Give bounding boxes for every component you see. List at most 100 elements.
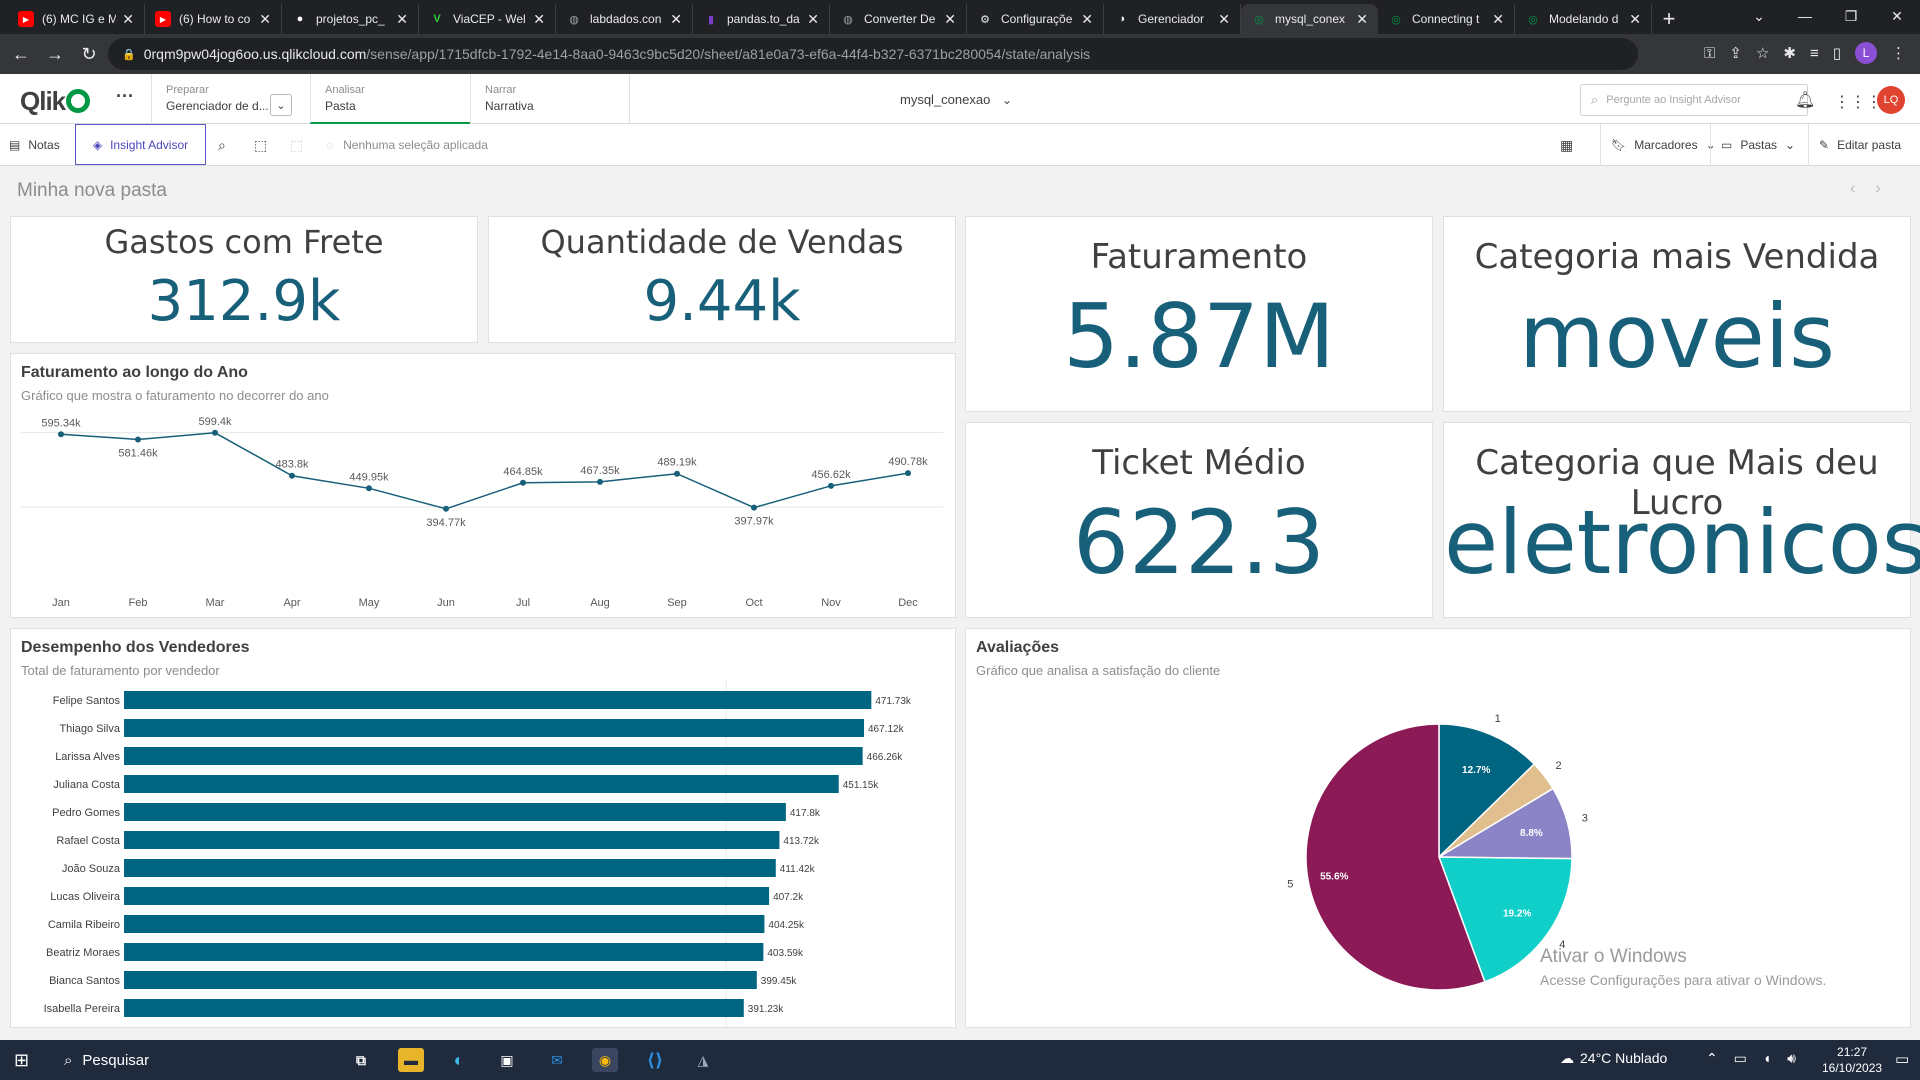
star-icon[interactable]: ☆ xyxy=(1756,44,1769,62)
section-analisar[interactable]: Analisar Pasta xyxy=(310,74,470,124)
vscode-icon[interactable]: ⟨⟩ xyxy=(642,1048,668,1072)
browser-tab[interactable]: ◍ Converter De ✕ xyxy=(830,4,967,34)
qlik-logo[interactable]: Qlik xyxy=(20,86,91,117)
pencil-icon: ✎ xyxy=(1819,138,1830,152)
close-tab-icon[interactable]: ✕ xyxy=(122,11,134,28)
logo-q-icon xyxy=(66,89,91,113)
chrome-icon[interactable]: ◉ xyxy=(592,1048,618,1072)
store-icon[interactable]: ▣ xyxy=(494,1048,520,1072)
menu-kebab-icon[interactable]: ⋮ xyxy=(1891,44,1906,62)
data-label: 403.59k xyxy=(767,948,804,959)
kpi-quantidade-vendas[interactable]: Quantidade de Vendas 9.44k xyxy=(488,216,956,343)
kpi-faturamento[interactable]: Faturamento 5.87M xyxy=(965,216,1433,412)
new-tab-button[interactable]: + xyxy=(1652,4,1686,34)
y-tick-label: Rafael Costa xyxy=(56,835,120,847)
browser-tab[interactable]: ● projetos_pc_ ✕ xyxy=(282,4,419,34)
close-tab-icon[interactable]: ✕ xyxy=(944,11,956,28)
lasso-select-icon[interactable]: ⬚ xyxy=(254,124,267,166)
bar-chart-card[interactable]: Desempenho dos Vendedores Total de fatur… xyxy=(10,628,956,1029)
close-tab-icon[interactable]: ✕ xyxy=(259,11,271,28)
tab-title: ViaCEP - Wel xyxy=(453,12,526,26)
edge-icon[interactable]: ◐ xyxy=(446,1048,472,1072)
windows-start-icon[interactable]: ⊞ xyxy=(14,1050,29,1071)
bookmarks-button[interactable]: 🔖︎ Marcadores ⌄ xyxy=(1600,124,1716,166)
browser-tab[interactable]: ▶ (6) How to co ✕ xyxy=(145,4,282,34)
grid-view-icon[interactable]: ▦ xyxy=(1560,124,1573,166)
share-icon[interactable]: ⇪ xyxy=(1729,44,1742,62)
back-button[interactable]: ← xyxy=(4,37,38,71)
notification-icon[interactable]: ▭ xyxy=(1895,1050,1909,1068)
reload-button[interactable]: ↻ xyxy=(72,37,106,71)
tab-title: (6) MC IG e M xyxy=(42,12,117,26)
sidepanel-icon[interactable]: ▯ xyxy=(1833,44,1841,62)
profile-avatar[interactable]: L xyxy=(1855,42,1877,64)
forward-button[interactable]: → xyxy=(38,37,72,71)
browser-tab[interactable]: V ViaCEP - Wel ✕ xyxy=(419,4,556,34)
browser-tab[interactable]: ◎ mysql_conex ✕ xyxy=(1241,4,1378,34)
task-view-icon[interactable]: ⧉ xyxy=(348,1048,374,1072)
notes-button[interactable]: ▤ Notas xyxy=(9,124,60,166)
edit-sheet-button[interactable]: ✎ Editar pasta xyxy=(1808,124,1901,166)
mail-icon[interactable]: ✉ xyxy=(544,1048,570,1072)
url-bar[interactable]: 🔒 0rqm9pw04jog6oo.us.qlikcloud.com/sense… xyxy=(108,38,1638,70)
close-window-button[interactable]: ✕ xyxy=(1874,0,1920,32)
kpi-categoria-mais-vendida[interactable]: Categoria mais Vendida moveis xyxy=(1443,216,1911,412)
data-point xyxy=(443,505,449,512)
browser-tab[interactable]: ◑ Gerenciador ✕ xyxy=(1104,4,1241,34)
system-tray-icons[interactable]: ⌃ ▭ ◖ 🔊︎ xyxy=(1706,1050,1802,1067)
data-label: 595.34k xyxy=(41,417,81,429)
more-menu-icon[interactable]: ··· xyxy=(116,86,134,107)
pie-chart-card[interactable]: Avaliações Gráfico que analisa a satisfa… xyxy=(965,628,1911,1028)
extensions-icon[interactable]: ✱ xyxy=(1783,44,1796,62)
bar xyxy=(124,859,776,877)
kpi-categoria-lucro[interactable]: Categoria que Mais deu Lucro eletronicos xyxy=(1443,422,1920,618)
clear-select-icon[interactable]: ⬚ xyxy=(290,124,303,166)
minimize-button[interactable]: — xyxy=(1782,0,1828,32)
kpi-ticket-medio[interactable]: Ticket Médio 622.3 xyxy=(965,422,1433,618)
smart-search-icon[interactable]: ⌕ xyxy=(218,124,226,166)
chevron-down-icon[interactable]: ⌄ xyxy=(1736,0,1782,32)
close-tab-icon[interactable]: ✕ xyxy=(1081,11,1093,28)
browser-tab[interactable]: ◎ Modelando d ✕ xyxy=(1515,4,1652,34)
taskbar-clock[interactable]: 21:27 16/10/2023 xyxy=(1822,1044,1882,1076)
preparar-dropdown-button[interactable]: ⌄ xyxy=(270,94,292,116)
kpi-gastos-frete[interactable]: Gastos com Frete 312.9k xyxy=(10,216,478,343)
bell-icon[interactable]: 🔔︎ xyxy=(1795,90,1815,110)
close-tab-icon[interactable]: ✕ xyxy=(1218,11,1230,28)
sheets-button[interactable]: ▭ Pastas ⌄ xyxy=(1710,124,1795,166)
media-icon[interactable]: ≡ xyxy=(1810,45,1819,62)
data-label: 489.19k xyxy=(657,457,697,469)
line-chart-card[interactable]: Faturamento ao longo do Ano Gráfico que … xyxy=(10,353,956,618)
weather-widget[interactable]: ☁ 24°C Nublado xyxy=(1560,1050,1667,1067)
key-icon[interactable]: ⚿ xyxy=(1704,45,1715,62)
x-tick-label: Apr xyxy=(283,597,300,609)
close-tab-icon[interactable]: ✕ xyxy=(533,11,545,28)
close-tab-icon[interactable]: ✕ xyxy=(1492,11,1504,28)
close-tab-icon[interactable]: ✕ xyxy=(1629,11,1641,28)
user-avatar[interactable]: LQ xyxy=(1877,86,1905,114)
windows-taskbar: ⊞ ⌕ Pesquisar ⧉ ▬ ◐ ▣ ✉ ◉ ⟨⟩ ◮ ☁ 24°C Nubl… xyxy=(0,1040,1920,1080)
mysql-workbench-icon[interactable]: ◮ xyxy=(690,1048,716,1072)
notes-label: Notas xyxy=(28,138,60,152)
close-tab-icon[interactable]: ✕ xyxy=(670,11,682,28)
browser-tab[interactable]: ▮ pandas.to_da ✕ xyxy=(693,4,830,34)
close-tab-icon[interactable]: ✕ xyxy=(807,11,819,28)
apps-grid-icon[interactable]: ⋮⋮⋮ xyxy=(1834,92,1882,112)
data-label: 483.8k xyxy=(275,459,309,471)
taskbar-search[interactable]: ⌕ Pesquisar xyxy=(58,1040,328,1080)
close-tab-icon[interactable]: ✕ xyxy=(1356,11,1368,28)
browser-tab[interactable]: ◍ labdados.con ✕ xyxy=(556,4,693,34)
browser-tab[interactable]: ▶ (6) MC IG e M ✕ xyxy=(8,4,145,34)
taskbar-search-label: Pesquisar xyxy=(82,1051,150,1069)
section-narrar[interactable]: Narrar Narrativa xyxy=(470,74,630,124)
browser-tab[interactable]: ◎ Connecting t ✕ xyxy=(1378,4,1515,34)
insight-advisor-button[interactable]: ◈ Insight Advisor xyxy=(75,124,206,165)
browser-tab[interactable]: ⚙ Configuraçõe ✕ xyxy=(967,4,1104,34)
close-tab-icon[interactable]: ✕ xyxy=(396,11,408,28)
sheet-nav-arrows[interactable]: ‹› xyxy=(1850,180,1901,198)
file-explorer-icon[interactable]: ▬ xyxy=(398,1048,424,1072)
edit-sheet-label: Editar pasta xyxy=(1837,138,1902,152)
insight-search-input[interactable]: ⌕ Pergunte ao Insight Advisor xyxy=(1580,84,1808,116)
maximize-button[interactable]: ❐ xyxy=(1828,0,1874,32)
app-title-dropdown[interactable]: mysql_conexao ⌄ xyxy=(900,92,1012,107)
